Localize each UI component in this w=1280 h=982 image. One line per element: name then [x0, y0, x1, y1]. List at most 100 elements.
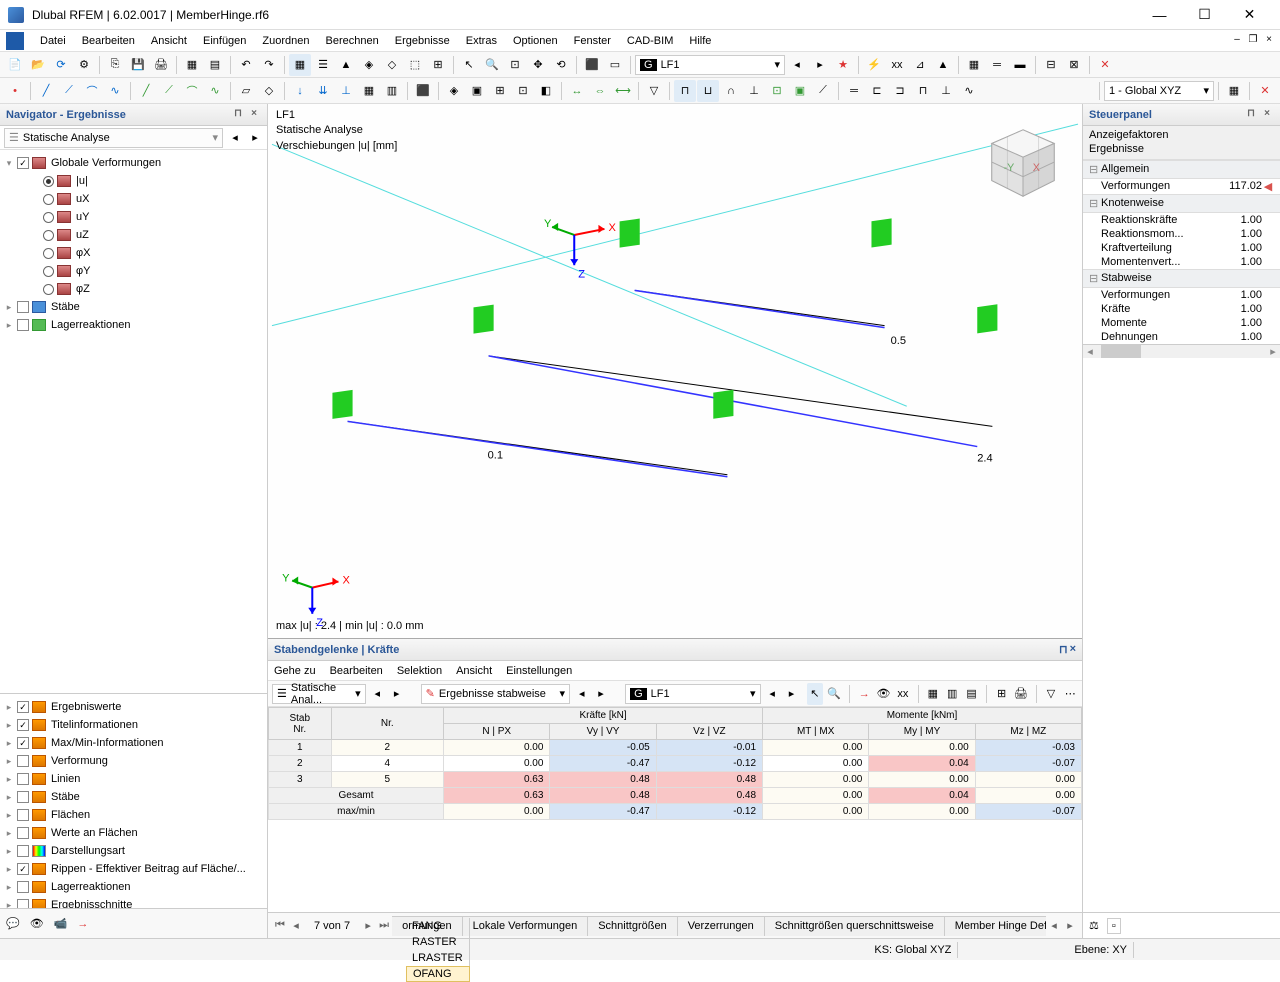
menu-extras[interactable]: Extras	[458, 33, 505, 49]
tool1-button[interactable]: ◈	[443, 80, 465, 102]
table-analysis-combo[interactable]: ☰Statische Anal...▾	[272, 684, 366, 704]
calc-button[interactable]: ⚡	[863, 54, 885, 76]
tool2-button[interactable]: ▣	[466, 80, 488, 102]
snap-ofang[interactable]: OFANG	[406, 966, 470, 982]
tabs-last[interactable]: ⏭	[376, 919, 392, 932]
menu-optionen[interactable]: Optionen	[505, 33, 566, 49]
nav-foot-icon4[interactable]: →	[77, 918, 88, 930]
show2-button[interactable]: ⊔	[697, 80, 719, 102]
lc-prev-button[interactable]: ◂	[786, 54, 808, 76]
show7-button[interactable]: ⟋	[812, 80, 834, 102]
tbl-nav-next[interactable]: ▸	[389, 683, 404, 705]
control-panel-close[interactable]: ×	[1260, 108, 1274, 122]
control-panel-scroll[interactable]: ◂▸	[1083, 344, 1280, 358]
factor-krfte[interactable]: Kräfte1.00	[1083, 302, 1280, 316]
member3-button[interactable]: ⌒	[181, 80, 203, 102]
tbl-nav-prev[interactable]: ◂	[370, 683, 385, 705]
table-loadcase-combo[interactable]: G LF1▾	[625, 684, 760, 704]
mdi-minimize[interactable]: –	[1230, 34, 1244, 48]
tool5-button[interactable]: ◧	[535, 80, 557, 102]
draw5-button[interactable]: ⊥	[935, 80, 957, 102]
load4-button[interactable]: ▦	[358, 80, 380, 102]
tbl-tool-values[interactable]: xx	[895, 683, 910, 705]
menu-zuordnen[interactable]: Zuordnen	[254, 33, 317, 49]
lc-fav-button[interactable]: ★	[832, 54, 854, 76]
nav-foot-icon3[interactable]: 📹	[54, 917, 68, 930]
nav-foot-icon1[interactable]: 💬	[6, 917, 20, 930]
show3-button[interactable]: ∩	[720, 80, 742, 102]
draw6-button[interactable]: ∿	[958, 80, 980, 102]
line2-button[interactable]: ⟋	[58, 80, 80, 102]
results-table[interactable]: StabNr.Nr.Kräfte [kN]Momente [kNm]N | PX…	[268, 707, 1082, 912]
navigator-type-combo[interactable]: ☰ Statische Analyse ▾	[4, 128, 223, 148]
tbl-tool-grid2[interactable]: ▥	[945, 683, 960, 705]
loadcase-combo[interactable]: G LF1 ▾	[635, 55, 785, 75]
draw4-button[interactable]: ⊓	[912, 80, 934, 102]
surf1-button[interactable]: ▱	[235, 80, 257, 102]
tabs-next[interactable]: ▸	[360, 919, 376, 932]
line4-button[interactable]: ∿	[104, 80, 126, 102]
load2-button[interactable]: ⇊	[312, 80, 334, 102]
navigator-results-tree[interactable]: ▸✓Ergebniswerte▸✓Titelinformationen▸✓Max…	[0, 693, 267, 908]
section2-button[interactable]: ⊠	[1063, 54, 1085, 76]
line3-button[interactable]: ⌒	[81, 80, 103, 102]
section-button[interactable]: ⊟	[1040, 54, 1062, 76]
render3-button[interactable]: ▬	[1009, 54, 1031, 76]
view-plan-button[interactable]: ▭	[604, 54, 626, 76]
menu-fenster[interactable]: Fenster	[566, 33, 619, 49]
factor-kraftverteilung[interactable]: Kraftverteilung1.00	[1083, 241, 1280, 255]
table-tab-4[interactable]: Schnittgrößen querschnittsweise	[764, 916, 945, 936]
clear-button[interactable]: ✕	[1254, 80, 1276, 102]
load3-button[interactable]: ⊥	[335, 80, 357, 102]
table-menu-selektion[interactable]: Selektion	[397, 665, 442, 677]
table-menu-einstellungen[interactable]: Einstellungen	[506, 665, 572, 677]
dim2-button[interactable]: ⇔	[589, 80, 611, 102]
show6-button[interactable]: ▣	[789, 80, 811, 102]
table-tab-2[interactable]: Schnittgrößen	[587, 916, 677, 936]
zoom-button[interactable]: 🔍	[481, 54, 503, 76]
new-file-button[interactable]: 📄	[4, 54, 26, 76]
tbl-tool-select[interactable]: ↖	[807, 683, 822, 705]
factor-momentenvert[interactable]: Momentenvert...1.00	[1083, 255, 1280, 269]
navigator-close-button[interactable]: ×	[247, 108, 261, 122]
grid-button[interactable]: ▦	[289, 54, 311, 76]
print-button[interactable]: 🖨	[150, 54, 172, 76]
draw3-button[interactable]: ⊐	[889, 80, 911, 102]
factor-reaktionskrfte[interactable]: Reaktionskräfte1.00	[1083, 213, 1280, 227]
table-menu-bearbeiten[interactable]: Bearbeiten	[330, 665, 383, 677]
save-button[interactable]: ⟳	[50, 54, 72, 76]
select-button[interactable]: ↖	[458, 54, 480, 76]
view-mode-1[interactable]: ▲	[335, 54, 357, 76]
member4-button[interactable]: ∿	[204, 80, 226, 102]
mdi-close[interactable]: ×	[1262, 34, 1276, 48]
menu-hilfe[interactable]: Hilfe	[681, 33, 719, 49]
control-panel-pin[interactable]: ⊓	[1244, 108, 1258, 122]
view-cube[interactable]: -Y X	[984, 124, 1062, 202]
nav-prev-button[interactable]: ◂	[227, 127, 243, 149]
save2-button[interactable]: 💾	[127, 54, 149, 76]
close-button[interactable]: ✕	[1227, 1, 1272, 29]
factor-dehnungen[interactable]: Dehnungen1.00	[1083, 330, 1280, 344]
tbl-tool-eye[interactable]: 👁	[876, 683, 891, 705]
doc2-button[interactable]: ▤	[204, 54, 226, 76]
scale-icon[interactable]: ⚖	[1089, 919, 1099, 932]
tbl-tool-zoom[interactable]: 🔍	[827, 683, 842, 705]
render1-button[interactable]: ▦	[963, 54, 985, 76]
table-pin-button[interactable]: ⊓	[1059, 643, 1068, 656]
menu-einfügen[interactable]: Einfügen	[195, 33, 254, 49]
menu-berechnen[interactable]: Berechnen	[318, 33, 387, 49]
view-mode-3[interactable]: ◇	[381, 54, 403, 76]
load1-button[interactable]: ↓	[289, 80, 311, 102]
factor-verformungen[interactable]: Verformungen117.02◀	[1083, 179, 1280, 194]
menu-ergebnisse[interactable]: Ergebnisse	[387, 33, 458, 49]
view-mode-4[interactable]: ⬚	[404, 54, 426, 76]
table-resultmode-combo[interactable]: ✎Ergebnisse stabweise▾	[421, 684, 570, 704]
pan-button[interactable]: ✥	[527, 54, 549, 76]
tbl-nav-prev2[interactable]: ◂	[574, 683, 589, 705]
table-tab-3[interactable]: Verzerrungen	[677, 916, 765, 936]
surf2-button[interactable]: ◇	[258, 80, 280, 102]
diagram-button[interactable]: ⊿	[909, 54, 931, 76]
minimize-button[interactable]: —	[1137, 1, 1182, 29]
copy-button[interactable]: ⎘	[104, 54, 126, 76]
cs-button[interactable]: ▦	[1223, 80, 1245, 102]
